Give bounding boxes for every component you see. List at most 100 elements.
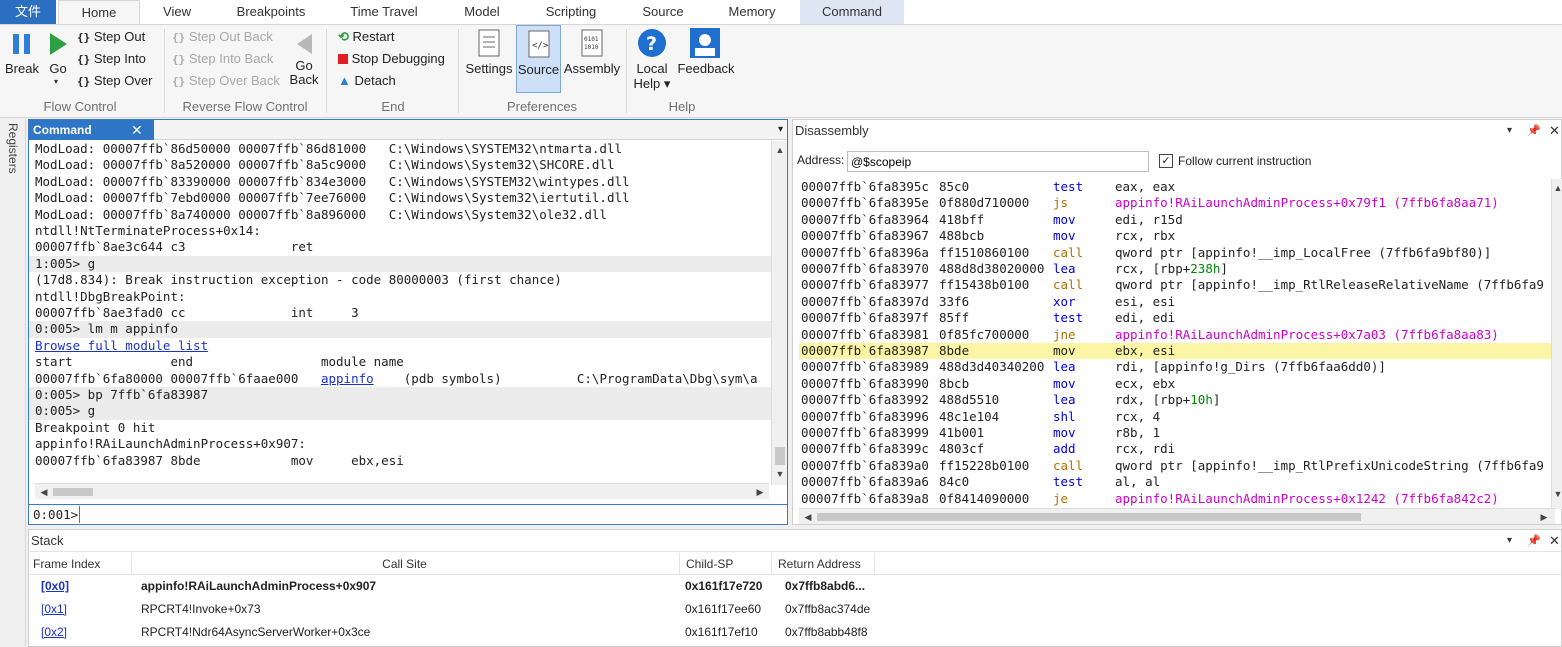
instruction-operands: rcx, rbx bbox=[1115, 228, 1176, 244]
feedback-button[interactable]: Feedback bbox=[676, 25, 736, 95]
tab-scripting[interactable]: Scripting bbox=[538, 0, 604, 24]
go-button[interactable]: Go ▾ bbox=[44, 25, 72, 95]
step-into-back-button[interactable]: {} Step Into Back bbox=[172, 51, 273, 66]
instruction-address: 00007ffb`6fa839a8 bbox=[801, 490, 929, 506]
follow-checkbox[interactable]: ✓ bbox=[1159, 154, 1173, 168]
column-header-frame-index[interactable]: Frame Index bbox=[33, 553, 129, 575]
disassembly-row[interactable]: 00007ffb`6fa83981 0f85fc700000 jne appinfo!… bbox=[799, 327, 1551, 343]
disassembly-vscrollbar[interactable]: ▲ ▼ bbox=[1551, 179, 1562, 509]
source-button[interactable]: </> Source bbox=[516, 25, 561, 93]
scroll-left-icon[interactable]: ◀ bbox=[801, 510, 815, 524]
close-icon[interactable]: ✕ bbox=[131, 120, 143, 140]
disassembly-current-row[interactable]: 00007ffb`6fa83987 8bde mov ebx, esi bbox=[799, 343, 1551, 360]
disassembly-row[interactable]: 00007ffb`6fa83977 ff15438b0100 call qword p… bbox=[799, 277, 1551, 293]
assembly-doc-icon: 01011010 bbox=[581, 29, 603, 57]
local-help-label-line2: Help bbox=[633, 76, 661, 91]
step-into-button[interactable]: {} Step Into bbox=[77, 51, 146, 66]
tab-model[interactable]: Model bbox=[456, 0, 508, 24]
panel-menu-icon[interactable]: ▾ bbox=[1507, 530, 1512, 552]
tab-view[interactable]: View bbox=[152, 0, 202, 24]
panel-menu-icon[interactable]: ▾ bbox=[778, 120, 783, 140]
column-header-child-sp[interactable]: Child-SP bbox=[679, 553, 771, 575]
tab-command[interactable]: Command bbox=[800, 0, 904, 24]
disassembly-row[interactable]: 00007ffb`6fa8397d 33f6 xor esi, esi bbox=[799, 294, 1551, 310]
step-out-button[interactable]: {} Step Out bbox=[77, 29, 145, 44]
close-icon[interactable]: ✕ bbox=[1549, 530, 1560, 552]
frame-index-link[interactable]: [0x1] bbox=[41, 598, 67, 621]
instruction-address: 00007ffb`6fa8395c bbox=[801, 179, 929, 194]
disassembly-row[interactable]: 00007ffb`6fa8395e 0f880d710000 js appinfo!R… bbox=[799, 195, 1551, 211]
scroll-left-icon[interactable]: ◀ bbox=[37, 485, 51, 499]
tab-home[interactable]: Home bbox=[58, 0, 140, 24]
column-header-call-site[interactable]: Call Site bbox=[131, 553, 677, 575]
break-button[interactable]: Break bbox=[2, 25, 42, 95]
scroll-up-icon[interactable]: ▲ bbox=[1551, 181, 1562, 195]
command-input[interactable] bbox=[79, 506, 779, 523]
assembly-button[interactable]: 0101 1010 Assembly bbox=[562, 25, 622, 95]
panel-menu-icon[interactable]: ▾ bbox=[1507, 120, 1512, 142]
disassembly-row[interactable]: 00007ffb`6fa83964 418bff mov edi, r15d bbox=[799, 212, 1551, 228]
scroll-right-icon[interactable]: ▶ bbox=[1537, 510, 1551, 524]
tab-memory[interactable]: Memory bbox=[720, 0, 784, 24]
column-header-return-address[interactable]: Return Address bbox=[771, 553, 875, 575]
disassembly-row[interactable]: 00007ffb`6fa839a0 ff15228b0100 call qword p… bbox=[799, 458, 1551, 474]
disassembly-row[interactable]: 00007ffb`6fa8397f 85ff test edi, edi bbox=[799, 310, 1551, 326]
disassembly-row[interactable]: 00007ffb`6fa8396a ff1510860100 call qword p… bbox=[799, 245, 1551, 261]
frame-index-link[interactable]: [0x2] bbox=[41, 621, 67, 644]
scroll-down-icon[interactable]: ▼ bbox=[773, 467, 787, 481]
disassembly-row[interactable]: 00007ffb`6fa83967 488bcb mov rcx, rbx bbox=[799, 228, 1551, 244]
close-icon[interactable]: ✕ bbox=[1549, 120, 1560, 142]
step-out-back-button[interactable]: {} Step Out Back bbox=[172, 29, 273, 44]
output-line: ntdll!DbgBreakPoint: bbox=[35, 288, 186, 304]
scroll-thumb[interactable] bbox=[775, 447, 785, 465]
scroll-right-icon[interactable]: ▶ bbox=[753, 485, 767, 499]
command-hscrollbar[interactable]: ◀ ▶ bbox=[35, 483, 769, 499]
instruction-mnemonic: mov bbox=[1053, 425, 1076, 440]
disassembly-row[interactable]: 00007ffb`6fa83990 8bcb mov ecx, ebx bbox=[799, 376, 1551, 392]
scroll-thumb[interactable] bbox=[53, 488, 93, 496]
pin-icon[interactable]: 📌 bbox=[1527, 120, 1541, 142]
tab-file[interactable]: 文件 bbox=[0, 0, 56, 24]
tab-time-travel[interactable]: Time Travel bbox=[344, 0, 424, 24]
ribbon-separator bbox=[458, 29, 459, 113]
disassembly-hscrollbar[interactable]: ◀ ▶ bbox=[799, 508, 1555, 524]
tab-breakpoints[interactable]: Breakpoints bbox=[228, 0, 314, 24]
stack-frame-row[interactable]: [0x1] RPCRT4!Invoke+0x73 0x161f17ee60 0x7ff… bbox=[29, 598, 1562, 621]
detach-button[interactable]: ▲ Detach bbox=[338, 73, 396, 88]
disassembly-row[interactable]: 00007ffb`6fa83999 41b001 mov r8b, 1 bbox=[799, 425, 1551, 441]
disassembly-row[interactable]: 00007ffb`6fa8399c 4803cf add rcx, rdi bbox=[799, 441, 1551, 457]
restart-button[interactable]: ⟲ Restart bbox=[338, 29, 394, 45]
appinfo-module-link[interactable]: appinfo bbox=[321, 371, 374, 386]
disassembly-row[interactable]: 00007ffb`6fa83989 488d3d40340200 lea rdi, [… bbox=[799, 359, 1551, 375]
go-dropdown-icon[interactable]: ▾ bbox=[54, 77, 58, 86]
disassembly-row[interactable]: 00007ffb`6fa83996 48c1e104 shl rcx, 4 bbox=[799, 409, 1551, 425]
stack-frame-row[interactable]: [0x2] RPCRT4!Ndr64AsyncServerWorker+0x3ce… bbox=[29, 621, 1562, 644]
disassembly-row[interactable]: 00007ffb`6fa83992 488d5510 lea rdx, [rbp+10… bbox=[799, 392, 1551, 408]
pin-icon[interactable]: 📌 bbox=[1527, 530, 1541, 552]
stop-debugging-button[interactable]: Stop Debugging bbox=[338, 51, 445, 66]
command-tab[interactable]: Command ✕ bbox=[29, 120, 154, 140]
local-help-button[interactable]: ? Local Help ▾ bbox=[632, 25, 672, 95]
output-line: Breakpoint 0 hit bbox=[35, 419, 156, 435]
step-over-button[interactable]: {} Step Over bbox=[77, 73, 152, 88]
go-back-button[interactable]: Go Back bbox=[288, 25, 320, 95]
stack-frame-row[interactable]: [0x0] appinfo!RAiLaunchAdminProcess+0x907… bbox=[29, 575, 1562, 598]
disassembly-row[interactable]: 00007ffb`6fa83970 488d8d38020000 lea rcx, [… bbox=[799, 261, 1551, 277]
tab-source[interactable]: Source bbox=[634, 0, 692, 24]
settings-button[interactable]: Settings bbox=[464, 25, 514, 95]
scroll-down-icon[interactable]: ▼ bbox=[1551, 487, 1562, 501]
browse-module-list-link[interactable]: Browse full module list bbox=[35, 338, 208, 354]
registers-tab[interactable]: Registers bbox=[6, 123, 20, 174]
address-input[interactable] bbox=[847, 151, 1149, 172]
command-vscrollbar[interactable]: ▲ ▼ bbox=[771, 141, 787, 485]
scroll-up-icon[interactable]: ▲ bbox=[773, 143, 787, 157]
scroll-thumb[interactable] bbox=[817, 513, 1361, 521]
step-over-back-button[interactable]: {} Step Over Back bbox=[172, 73, 280, 88]
frame-index-link[interactable]: [0x0] bbox=[41, 575, 69, 598]
disassembly-row[interactable]: 00007ffb`6fa839a6 84c0 test al, al bbox=[799, 474, 1551, 490]
step-out-back-icon: {} bbox=[172, 31, 186, 44]
disassembly-row[interactable]: 00007ffb`6fa839a8 0f8414090000 je appinfo!R… bbox=[799, 491, 1551, 507]
group-label-reverse: Reverse Flow Control bbox=[182, 99, 308, 114]
instruction-operands: rdi, [appinfo!g_Dirs (7ffb6faa6dd0)] bbox=[1115, 359, 1386, 375]
disassembly-row[interactable]: 00007ffb`6fa8395c 85c0 test eax, eax bbox=[799, 179, 1551, 195]
